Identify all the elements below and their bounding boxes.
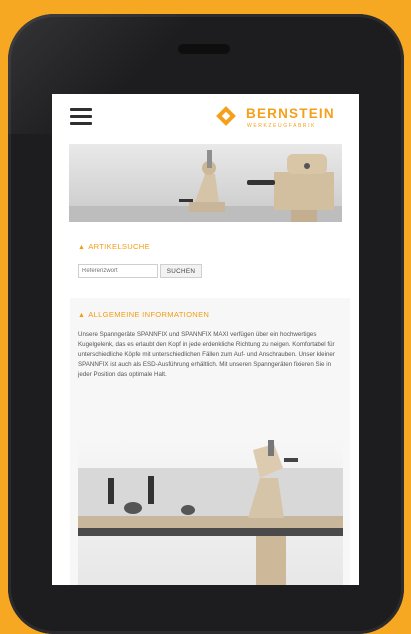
- phone-screen: BERNSTEIN WERKZEUGFABRIK ▲ARTIKELSUCHE S…: [52, 94, 359, 585]
- search-input[interactable]: [78, 264, 158, 278]
- caret-up-icon: ▲: [78, 244, 86, 251]
- hero-product-image: [69, 144, 342, 222]
- article-search-title: ▲ ARTIKELSUCHE: [78, 242, 150, 251]
- site-header: BERNSTEIN WERKZEUGFABRIK: [52, 94, 359, 146]
- general-information-title[interactable]: ▲ ALLGEMEINE INFORMATIONEN: [78, 310, 209, 319]
- bernstein-logo-icon: [216, 106, 236, 126]
- logo-name: BERNSTEIN: [246, 106, 335, 121]
- menu-icon[interactable]: [70, 108, 92, 126]
- phone-speaker: [178, 44, 230, 54]
- general-information-text: Unsere Spanngeräte SPANNFIX und SPANNFIX…: [78, 331, 335, 378]
- caret-up-icon: ▲: [78, 312, 86, 319]
- general-information-panel: ▲ ALLGEMEINE INFORMATIONEN Unsere Spannge…: [70, 298, 350, 585]
- logo-tagline: WERKZEUGFABRIK: [247, 123, 317, 129]
- brand-logo[interactable]: BERNSTEIN WERKZEUGFABRIK: [212, 102, 352, 136]
- search-button[interactable]: SUCHEN: [160, 264, 202, 278]
- product-image: [78, 438, 343, 585]
